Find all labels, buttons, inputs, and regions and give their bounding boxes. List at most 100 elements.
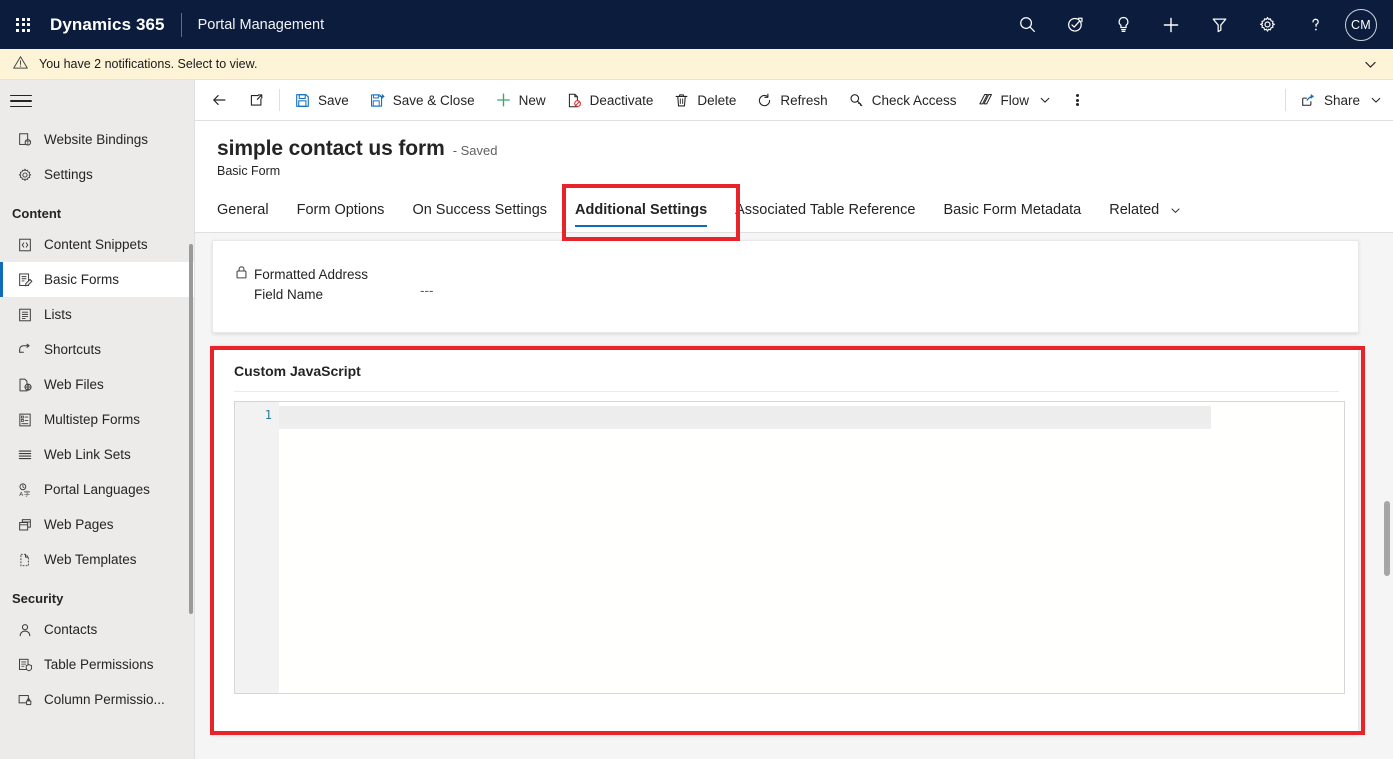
web-link-sets-icon: [16, 446, 34, 464]
sidebar-item-label: Column Permissio...: [44, 692, 165, 707]
sidebar-item-web-files[interactable]: Web Files: [0, 367, 195, 402]
tab-basic-form-metadata[interactable]: Basic Form Metadata: [929, 202, 1095, 227]
suite-actions: CM: [1003, 0, 1393, 49]
help-icon[interactable]: [1291, 0, 1339, 49]
sidebar-item-multistep-forms[interactable]: Multistep Forms: [0, 402, 195, 437]
save-label: Save: [318, 92, 349, 108]
hamburger-icon[interactable]: [0, 80, 195, 122]
sidebar-scrollbar[interactable]: [189, 244, 193, 614]
sidebar-item-portal-languages[interactable]: A字 Portal Languages: [0, 472, 195, 507]
sidebar-item-web-templates[interactable]: Web Templates: [0, 542, 195, 577]
formatted-address-card: Formatted Address Field Name ---: [212, 240, 1359, 333]
chevron-down-icon[interactable]: [1369, 93, 1383, 107]
entity-subtitle: Basic Form: [217, 164, 281, 178]
sidebar-group-security: Security: [12, 591, 64, 606]
sidebar-item-label: Lists: [44, 307, 72, 322]
tab-related[interactable]: Related: [1095, 202, 1196, 227]
notification-banner[interactable]: You have 2 notifications. Select to view…: [0, 49, 1393, 80]
app-launcher-icon[interactable]: [0, 0, 46, 49]
command-divider: [279, 89, 280, 111]
tab-associated-table-reference[interactable]: Associated Table Reference: [721, 202, 929, 227]
share-icon: [1300, 92, 1317, 109]
sidebar-item-content-snippets[interactable]: Content Snippets: [0, 227, 195, 262]
refresh-label: Refresh: [780, 92, 828, 108]
custom-javascript-card: Custom JavaScript 1: [212, 345, 1359, 734]
open-in-new-window-icon: [248, 92, 265, 109]
check-access-button[interactable]: Check Access: [838, 80, 967, 121]
save-status: - Saved: [452, 143, 498, 158]
chevron-down-icon[interactable]: [1038, 93, 1052, 107]
suite-header: Dynamics 365 Portal Management CM: [0, 0, 1393, 49]
deactivate-button[interactable]: Deactivate: [556, 80, 664, 121]
tab-label: Related: [1109, 202, 1160, 218]
save-button[interactable]: Save: [284, 80, 359, 121]
brand-title: Dynamics 365: [50, 14, 165, 34]
sidebar-item-label: Settings: [44, 167, 93, 182]
custom-javascript-editor[interactable]: 1: [234, 401, 1345, 694]
more-options-icon[interactable]: [1062, 80, 1092, 121]
delete-button[interactable]: Delete: [663, 80, 746, 121]
sidebar-item-contacts[interactable]: Contacts: [0, 612, 195, 647]
sidebar-item-lists[interactable]: Lists: [0, 297, 195, 332]
filter-icon[interactable]: [1195, 0, 1243, 49]
svg-text:A: A: [19, 491, 23, 497]
sidebar-item-label: Shortcuts: [44, 342, 102, 357]
tab-label: On Success Settings: [412, 202, 548, 218]
lists-icon: [16, 306, 34, 324]
search-icon[interactable]: [1003, 0, 1051, 49]
sidebar-item-website-bindings[interactable]: Website Bindings: [0, 122, 195, 157]
web-templates-icon: [16, 551, 34, 569]
sidebar-item-column-permissions[interactable]: Column Permissio...: [0, 682, 195, 717]
tab-label: Basic Form Metadata: [943, 202, 1082, 218]
save-and-close-button[interactable]: Save & Close: [359, 80, 485, 121]
editor-line-number: 1: [264, 408, 272, 422]
sidebar-item-basic-forms[interactable]: Basic Forms: [0, 262, 195, 297]
tab-label: Additional Settings: [575, 202, 708, 218]
sidebar-item-settings[interactable]: Settings: [0, 157, 195, 192]
diagnostics-icon[interactable]: [1051, 0, 1099, 49]
tab-general[interactable]: General: [217, 202, 283, 227]
notification-text: You have 2 notifications. Select to view…: [39, 57, 258, 71]
editor-active-line-shadow: [279, 424, 1211, 429]
sidebar-item-shortcuts[interactable]: Shortcuts: [0, 332, 195, 367]
chevron-down-icon[interactable]: [1362, 56, 1379, 73]
new-button[interactable]: New: [485, 80, 556, 121]
plus-icon: [495, 92, 512, 109]
back-arrow-icon: [211, 92, 228, 109]
back-button[interactable]: [201, 80, 238, 121]
field-label-line-1: Formatted Address: [254, 267, 369, 282]
gear-icon[interactable]: [1243, 0, 1291, 49]
web-files-icon: [16, 376, 34, 394]
content-snippets-icon: [16, 236, 34, 254]
plus-icon[interactable]: [1147, 0, 1195, 49]
sidebar-group-content: Content: [12, 206, 62, 221]
tab-label: Form Options: [296, 202, 385, 218]
open-in-new-window-button[interactable]: [238, 80, 275, 121]
sidebar-item-web-link-sets[interactable]: Web Link Sets: [0, 437, 195, 472]
refresh-button[interactable]: Refresh: [746, 80, 837, 121]
share-label: Share: [1323, 92, 1360, 108]
gear-icon: [16, 166, 34, 184]
lightbulb-icon[interactable]: [1099, 0, 1147, 49]
save-icon: [294, 92, 311, 109]
sidebar-item-label: Web Pages: [44, 517, 114, 532]
share-button[interactable]: Share: [1290, 80, 1393, 121]
tab-form-options[interactable]: Form Options: [283, 202, 399, 227]
content-scrollbar[interactable]: [1384, 501, 1390, 576]
sidebar-item-table-permissions[interactable]: Table Permissions: [0, 647, 195, 682]
portal-languages-icon: A字: [16, 481, 34, 499]
avatar[interactable]: CM: [1345, 8, 1377, 41]
flow-button[interactable]: Flow: [967, 80, 1063, 121]
field-label-line-2: Field Name: [254, 287, 324, 302]
refresh-icon: [756, 92, 773, 109]
chevron-down-icon[interactable]: [1169, 204, 1182, 217]
sidebar-item-label: Web Link Sets: [44, 447, 131, 462]
column-permissions-icon: [16, 691, 34, 709]
tab-additional-settings[interactable]: Additional Settings: [561, 202, 721, 227]
tab-on-success-settings[interactable]: On Success Settings: [398, 202, 561, 227]
deactivate-label: Deactivate: [589, 92, 654, 108]
sidebar-item-label: Website Bindings: [44, 132, 149, 147]
page-title: simple contact us form: [217, 137, 445, 160]
sidebar-item-web-pages[interactable]: Web Pages: [0, 507, 195, 542]
flow-icon: [977, 92, 994, 109]
